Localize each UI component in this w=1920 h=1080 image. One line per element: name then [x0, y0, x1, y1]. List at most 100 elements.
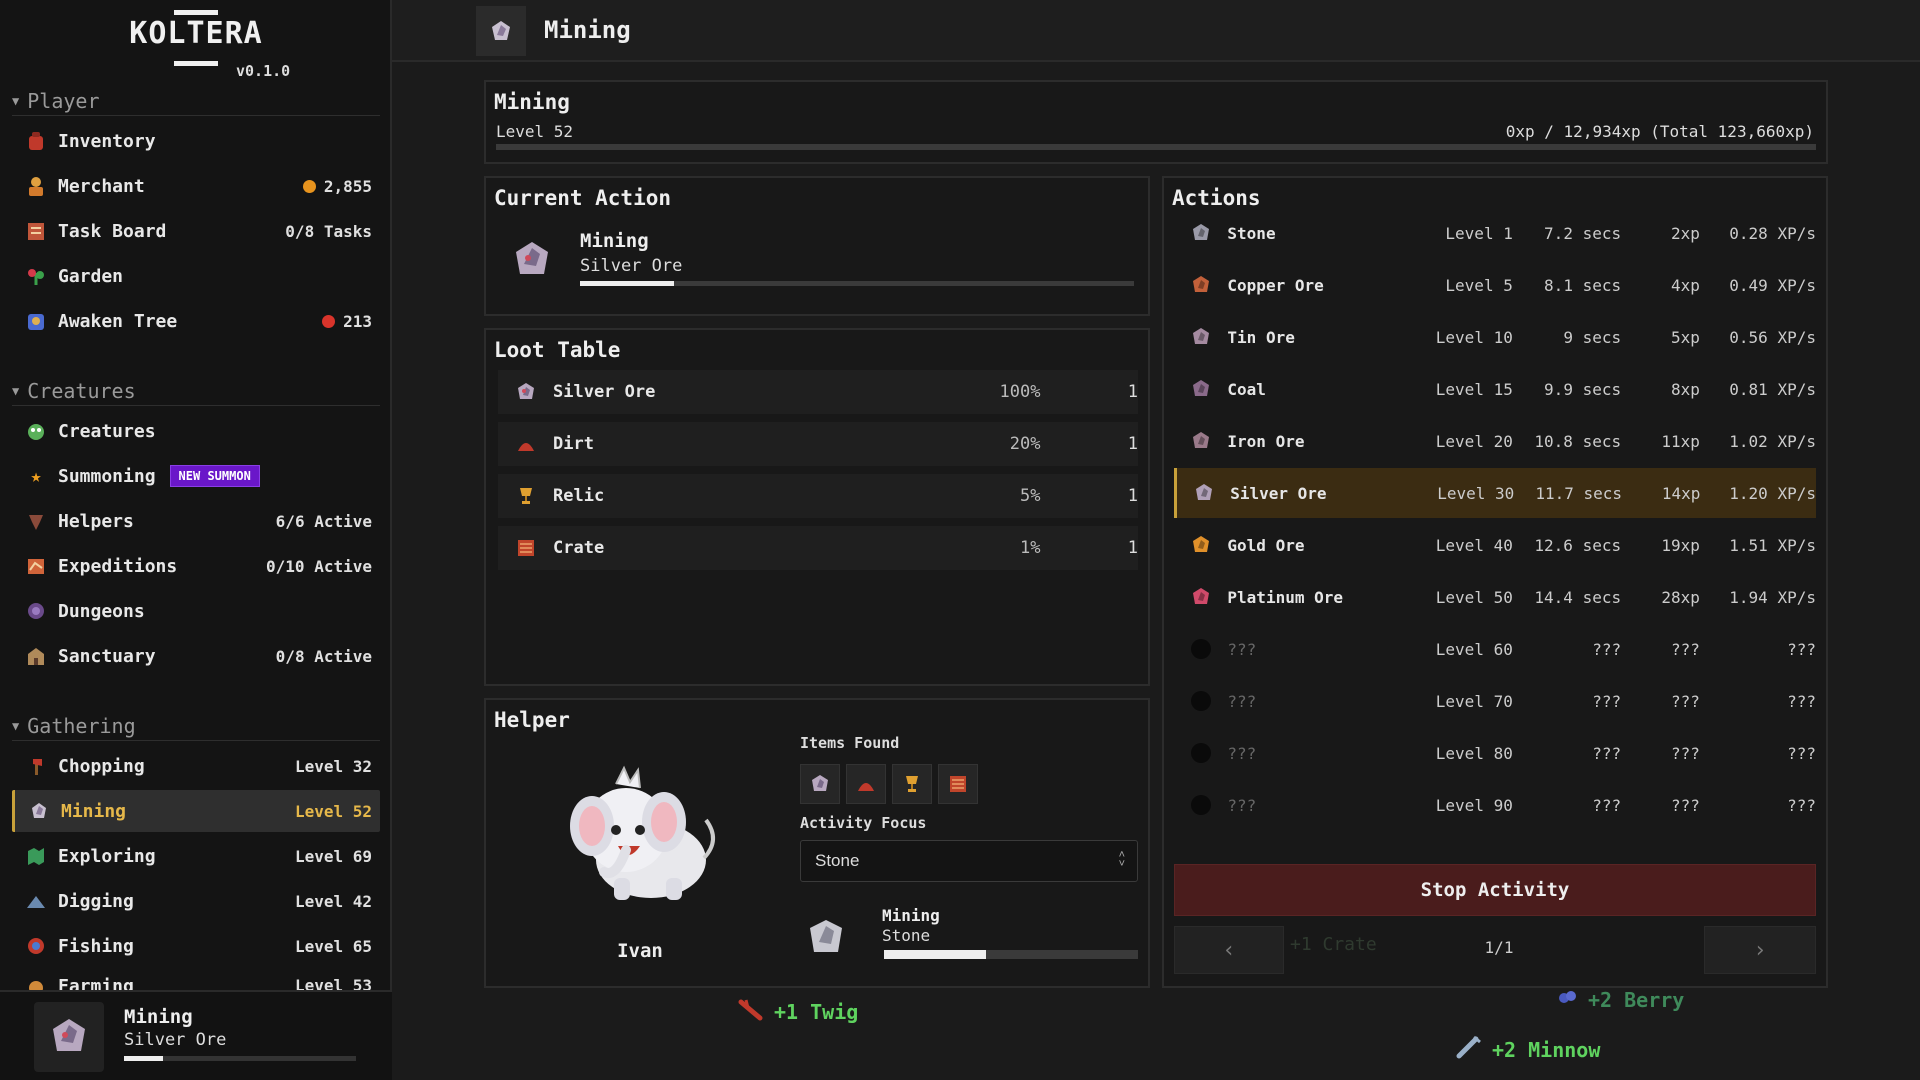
section-player[interactable]: ▼ Player [12, 86, 380, 116]
action-xp: 8xp [1670, 379, 1700, 399]
sidebar-item-label: Fishing [58, 935, 134, 957]
action-rate: ??? [1787, 795, 1816, 815]
action-row[interactable]: ??? Level 60????????? [1174, 624, 1816, 674]
skill-xp-bar [496, 144, 1816, 150]
sidebar-item-merchant[interactable]: Merchant 2,855 [12, 165, 380, 207]
action-xp: 11xp [1661, 431, 1700, 451]
ore-icon [1182, 274, 1219, 296]
sidebar-item-mining[interactable]: Mining Level 52 [12, 790, 380, 832]
current-activity-footer[interactable]: Mining Silver Ore [0, 990, 392, 1080]
action-rate: 1.94 XP/s [1729, 587, 1816, 607]
skill-title: Mining [494, 90, 570, 114]
footer-progress-bar [124, 1056, 356, 1061]
action-time: 11.7 secs [1535, 483, 1623, 503]
twig-icon [738, 996, 764, 1027]
chevron-left-icon: ‹ [1222, 937, 1236, 963]
sidebar-item-inventory[interactable]: Inventory [12, 120, 380, 162]
actions-title: Actions [1172, 186, 1261, 210]
action-row[interactable]: Tin Ore Level 10 9 secs 5xp 0.56 XP/s [1174, 312, 1816, 362]
ore-icon [1182, 586, 1219, 608]
shovel-icon [24, 889, 48, 913]
awaken-tree-icon [24, 309, 48, 333]
sidebar-item-label: Expeditions [58, 555, 178, 577]
next-page-button[interactable]: › [1704, 926, 1816, 974]
action-row[interactable]: Stone Level 1 7.2 secs 2xp 0.28 XP/s [1174, 208, 1816, 258]
loot-name: Silver Ore [553, 382, 656, 402]
creatures-icon [24, 419, 48, 443]
sidebar-item-sanctuary[interactable]: Sanctuary 0/8 Active [12, 635, 380, 677]
action-row[interactable]: ??? Level 80????????? [1174, 728, 1816, 778]
action-time: ??? [1592, 691, 1622, 711]
loot-name: Crate [553, 538, 605, 558]
section-gathering[interactable]: ▼ Gathering [12, 711, 380, 741]
action-time: ??? [1592, 743, 1622, 763]
actions-panel: Actions Stone Level 1 7.2 secs 2xp 0.28 XP/s… [1162, 176, 1828, 988]
sidebar-item-farming[interactable]: Farming Level 53 [12, 970, 380, 990]
sidebar-item-awaken-tree[interactable]: Awaken Tree 213 [12, 300, 380, 342]
sidebar-item-expeditions[interactable]: Expeditions 0/10 Active [12, 545, 380, 587]
action-rate: 0.81 XP/s [1729, 379, 1816, 399]
caret-down-icon: ▼ [12, 93, 20, 108]
action-row[interactable]: Silver Ore Level 30 11.7 secs 14xp 1.20 XP/s [1174, 468, 1816, 518]
current-action-panel: Current Action Mining Silver Ore [484, 176, 1150, 316]
loot-qty: 1 [1127, 538, 1138, 558]
ore-icon [27, 799, 51, 823]
page-indicator: 1/1 [1484, 938, 1514, 957]
action-row[interactable]: Gold Ore Level 40 12.6 secs 19xp 1.51 XP/s [1174, 520, 1816, 570]
sidebar-item-label: Dungeons [58, 600, 145, 622]
ore-icon [1185, 482, 1222, 504]
sidebar-item-summoning[interactable]: ★ Summoning NEW SUMMON [12, 455, 380, 497]
action-rate: 0.56 XP/s [1729, 327, 1816, 347]
notification-text: +2 Minnow [1492, 1037, 1601, 1062]
action-row[interactable]: ??? Level 70????????? [1174, 676, 1816, 726]
sidebar-item-helpers[interactable]: Helpers 6/6 Active [12, 500, 380, 542]
sidebar-item-garden[interactable]: Garden [12, 255, 380, 297]
sidebar-item-chopping[interactable]: Chopping Level 32 [12, 745, 380, 787]
map-icon [24, 844, 48, 868]
helpers-count: 6/6 Active [275, 511, 372, 531]
section-title: Gathering [27, 713, 136, 738]
action-name: Coal [1227, 379, 1266, 399]
action-level: Level 70 [1435, 691, 1513, 711]
action-row[interactable]: ??? Level 90????????? [1174, 780, 1816, 830]
gold-count: 2,855 [302, 177, 372, 196]
farming-icon [24, 976, 48, 990]
stop-activity-button[interactable]: Stop Activity [1174, 864, 1816, 916]
caret-down-icon: ▼ [12, 718, 20, 733]
sidebar-item-creatures[interactable]: Creatures [12, 410, 380, 452]
found-silver-ore-icon[interactable] [800, 764, 840, 804]
task-board-icon [24, 219, 48, 243]
action-xp: 28xp [1661, 587, 1700, 607]
notification-twig: +1 Twig [738, 996, 858, 1027]
sidebar-item-dungeons[interactable]: Dungeons [12, 590, 380, 632]
footer-activity-target: Silver Ore [124, 1030, 227, 1050]
backpack-icon [24, 129, 48, 153]
action-rate: 0.49 XP/s [1729, 275, 1816, 295]
sidebar-item-task-board[interactable]: Task Board 0/8 Tasks [12, 210, 380, 252]
activity-focus-value: Stone [815, 851, 860, 870]
action-row[interactable]: Platinum Ore Level 50 14.4 secs 28xp 1.94 XP… [1174, 572, 1816, 622]
notification-text: +2 Berry [1588, 987, 1685, 1012]
activity-focus-select[interactable]: Stone ˄ ˅ [800, 840, 1138, 882]
fish-icon [24, 934, 48, 958]
sidebar-item-digging[interactable]: Digging Level 42 [12, 880, 380, 922]
sidebar-item-fishing[interactable]: Fishing Level 65 [12, 925, 380, 967]
action-row[interactable]: Copper Ore Level 5 8.1 secs 4xp 0.49 XP/s [1174, 260, 1816, 310]
action-level: Level 30 [1437, 483, 1515, 503]
action-name: ??? [1227, 743, 1257, 763]
action-time: 12.6 secs [1534, 535, 1622, 555]
prev-page-button[interactable]: ‹ [1174, 926, 1284, 974]
new-summon-badge: NEW SUMMON [169, 465, 260, 487]
action-xp: ??? [1670, 795, 1700, 815]
action-row[interactable]: Coal Level 15 9.9 secs 8xp 0.81 XP/s [1174, 364, 1816, 414]
action-row[interactable]: Iron Ore Level 20 10.8 secs 11xp 1.02 XP/s [1174, 416, 1816, 466]
sidebar-item-label: Chopping [58, 755, 145, 777]
expeditions-icon [24, 554, 48, 578]
found-relic-trophy-icon[interactable] [892, 764, 932, 804]
sidebar-item-exploring[interactable]: Exploring Level 69 [12, 835, 380, 877]
found-crate-icon[interactable] [938, 764, 978, 804]
section-creatures[interactable]: ▼ Creatures [12, 376, 380, 406]
locked-ore-icon [1182, 690, 1219, 712]
found-dirt-icon[interactable] [846, 764, 886, 804]
action-level: Level 5 [1445, 275, 1513, 295]
